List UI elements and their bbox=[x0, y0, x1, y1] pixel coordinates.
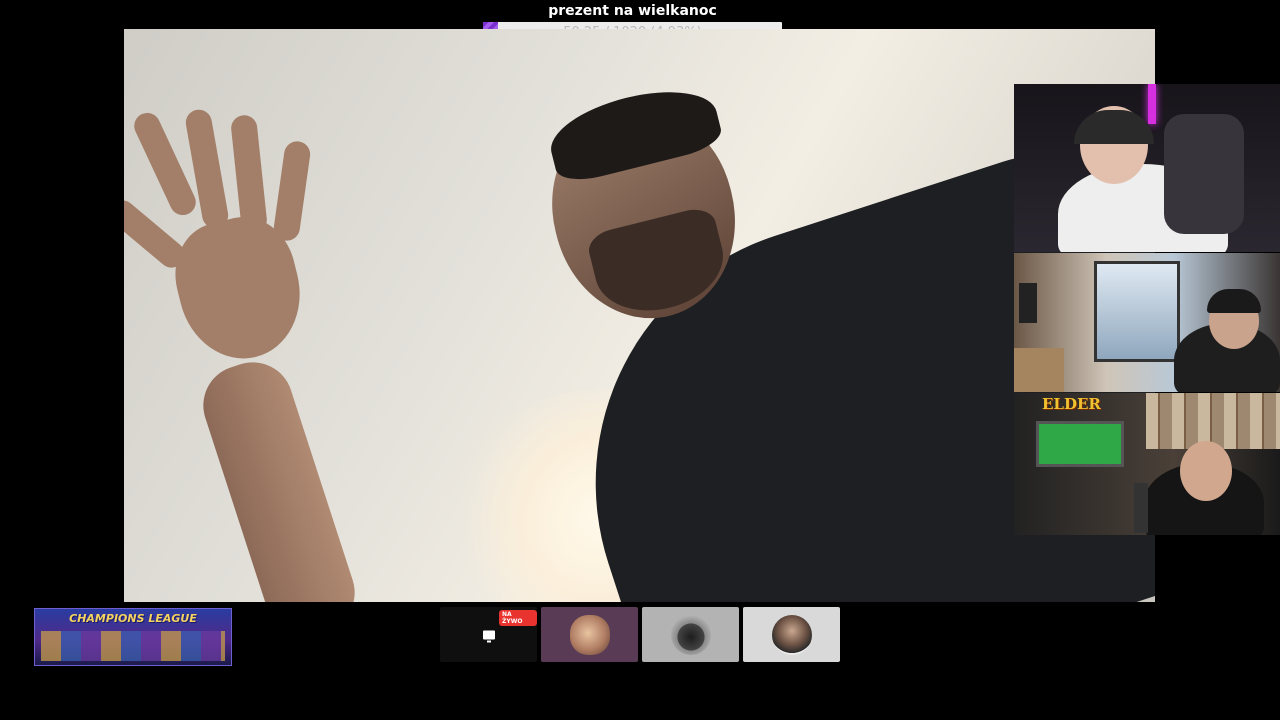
microphone-icon bbox=[1134, 483, 1148, 533]
webcam-2[interactable] bbox=[1014, 253, 1280, 392]
window bbox=[1094, 261, 1180, 362]
cap bbox=[1207, 289, 1261, 313]
raised-arm bbox=[192, 351, 366, 602]
goal-title: prezent na wielkanoc bbox=[548, 3, 717, 19]
stream-tile-3[interactable] bbox=[642, 607, 739, 662]
monitor-icon bbox=[482, 630, 495, 642]
live-badge: NA ŻYWO bbox=[499, 610, 537, 626]
webcam-1[interactable] bbox=[1014, 84, 1280, 252]
webcam-3[interactable]: ELDER bbox=[1014, 393, 1280, 535]
gaming-chair bbox=[1164, 114, 1244, 234]
aquarium bbox=[1036, 421, 1124, 467]
elder-logo: ELDER bbox=[1042, 395, 1101, 413]
stream-tile-2[interactable] bbox=[541, 607, 638, 662]
streamer-head bbox=[1180, 441, 1232, 501]
avatar-face-icon bbox=[569, 614, 610, 655]
stream-tile-live[interactable]: NA ŻYWO bbox=[440, 607, 537, 662]
avatar-car-icon bbox=[670, 614, 711, 655]
desk bbox=[1014, 348, 1064, 392]
monitor bbox=[1019, 283, 1037, 323]
champions-league-banner[interactable]: CHAMPIONS LEAGUE bbox=[34, 608, 232, 666]
banner-artwork bbox=[41, 631, 225, 661]
main-video[interactable] bbox=[124, 29, 1155, 602]
avatar-person-icon bbox=[771, 614, 812, 655]
stream-tile-4[interactable] bbox=[743, 607, 840, 662]
neon-light bbox=[1148, 84, 1156, 124]
bookshelf bbox=[1146, 393, 1280, 449]
banner-text: CHAMPIONS LEAGUE bbox=[69, 612, 197, 625]
finger bbox=[229, 113, 269, 235]
headphones-icon bbox=[1074, 110, 1154, 144]
finger bbox=[272, 139, 312, 243]
